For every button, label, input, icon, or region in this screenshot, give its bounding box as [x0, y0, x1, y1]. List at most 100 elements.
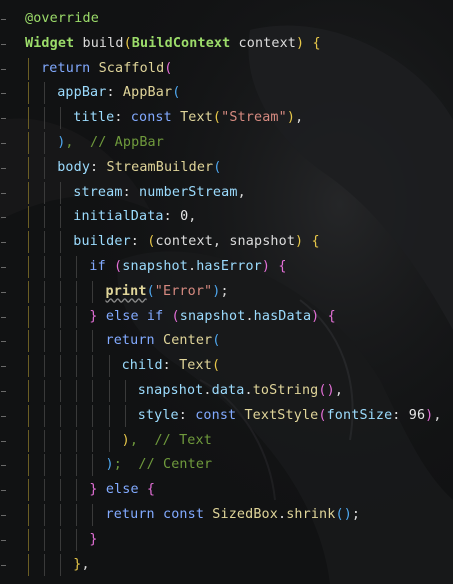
code-token: "Stream" — [221, 110, 287, 126]
code-token: context, snapshot — [155, 234, 296, 250]
fold-marker[interactable] — [0, 166, 7, 171]
indent-guide — [44, 82, 46, 105]
fold-marker[interactable] — [0, 389, 7, 394]
code-token: : — [392, 407, 409, 423]
code-token: . — [244, 383, 253, 398]
indent-guide — [92, 429, 94, 452]
fold-marker[interactable] — [0, 91, 7, 96]
code-token: BuildContext — [131, 35, 231, 51]
code-editor[interactable]: @override Widget build(BuildContext conte… — [0, 0, 453, 584]
indent-guide — [44, 181, 46, 204]
fold-marker[interactable] — [0, 339, 7, 344]
code-token: title — [73, 110, 115, 126]
code-token: ) — [286, 110, 296, 126]
code-token: @override — [25, 11, 99, 26]
indent-guide — [92, 280, 94, 303]
fold-marker[interactable] — [0, 290, 7, 295]
fold-marker[interactable] — [0, 414, 7, 419]
code-token: numberStream — [139, 184, 238, 200]
fold-marker[interactable] — [0, 538, 7, 543]
code-text: appBar: AppBar( — [57, 82, 180, 104]
indent-guide — [92, 380, 94, 402]
code-token: hasError — [196, 259, 262, 274]
code-token: : — [122, 184, 140, 200]
indent-guide — [60, 231, 62, 254]
indent-guide — [28, 528, 29, 551]
code-token: context — [230, 35, 297, 51]
code-token: Text — [179, 358, 212, 374]
code-token: style — [137, 407, 179, 423]
fold-marker[interactable] — [0, 67, 7, 72]
indent-guide — [28, 454, 29, 477]
code-token: : — [162, 358, 180, 374]
fold-marker[interactable] — [0, 439, 7, 444]
indent-guide — [28, 206, 29, 229]
fold-marker[interactable] — [0, 17, 7, 22]
indent-guide — [60, 454, 62, 477]
code-text: builder: (context, snapshot) { — [73, 231, 319, 253]
code-token: { — [304, 35, 321, 51]
code-text: title: const Text("Stream"), — [73, 107, 303, 129]
code-token: , — [188, 209, 197, 225]
indent-guide — [92, 504, 94, 526]
fold-marker[interactable] — [0, 563, 7, 568]
code-token: SizedBox — [204, 507, 278, 522]
code-token: : — [106, 85, 123, 101]
indent-guide — [76, 528, 78, 551]
indent-guide — [28, 380, 29, 402]
fold-marker[interactable] — [0, 488, 7, 493]
indent-guide — [92, 355, 94, 378]
code-text: return Scaffold( — [41, 58, 172, 80]
code-token: { — [138, 482, 156, 498]
code-token: ( — [318, 407, 327, 423]
indent-guide — [44, 132, 46, 154]
indent-guide — [76, 305, 78, 328]
indent-guide — [76, 280, 78, 303]
indent-guide — [28, 132, 29, 154]
fold-marker[interactable] — [0, 265, 7, 270]
indent-guide — [44, 429, 46, 452]
indent-guide — [44, 380, 46, 402]
fold-marker[interactable] — [0, 215, 7, 220]
code-token: ) — [261, 259, 271, 274]
indent-guide — [28, 256, 29, 278]
indent-guide — [44, 454, 46, 477]
fold-marker[interactable] — [0, 191, 7, 196]
indent-guide — [76, 504, 78, 526]
fold-marker[interactable] — [0, 42, 7, 47]
code-token: ; // Center — [113, 457, 213, 473]
fold-marker[interactable] — [0, 315, 7, 320]
code-text: @override — [25, 8, 99, 30]
fold-marker[interactable] — [0, 463, 7, 468]
code-token: else if — [97, 308, 164, 324]
code-token: else — [97, 482, 139, 498]
indent-guide — [44, 479, 46, 502]
fold-marker[interactable] — [0, 364, 7, 369]
code-token: if — [89, 259, 106, 274]
fold-marker[interactable] — [0, 116, 7, 121]
indent-guide — [76, 380, 78, 402]
code-token: , — [295, 110, 304, 126]
code-text: child: Text( — [122, 355, 221, 377]
indent-guide — [108, 429, 110, 452]
fold-marker[interactable] — [0, 141, 7, 146]
code-token: : — [178, 407, 196, 423]
fold-marker[interactable] — [0, 240, 7, 245]
indent-guide — [28, 479, 29, 502]
code-token: const — [130, 110, 172, 126]
code-text: stream: numberStream, — [73, 182, 245, 204]
code-text: body: StreamBuilder( — [57, 157, 221, 179]
code-text: }, — [73, 554, 89, 576]
code-token: appBar — [57, 85, 107, 101]
indent-guide — [92, 404, 94, 427]
code-token: , // Text — [129, 432, 212, 448]
indent-guide — [28, 57, 29, 80]
indent-guide — [60, 355, 62, 378]
code-token: "Error" — [154, 283, 213, 299]
indent-guide — [28, 181, 29, 204]
indent-guide — [108, 380, 110, 402]
indent-guide — [76, 479, 78, 502]
code-token: { — [270, 259, 287, 274]
fold-marker[interactable] — [0, 513, 7, 518]
indent-guide — [44, 231, 46, 254]
